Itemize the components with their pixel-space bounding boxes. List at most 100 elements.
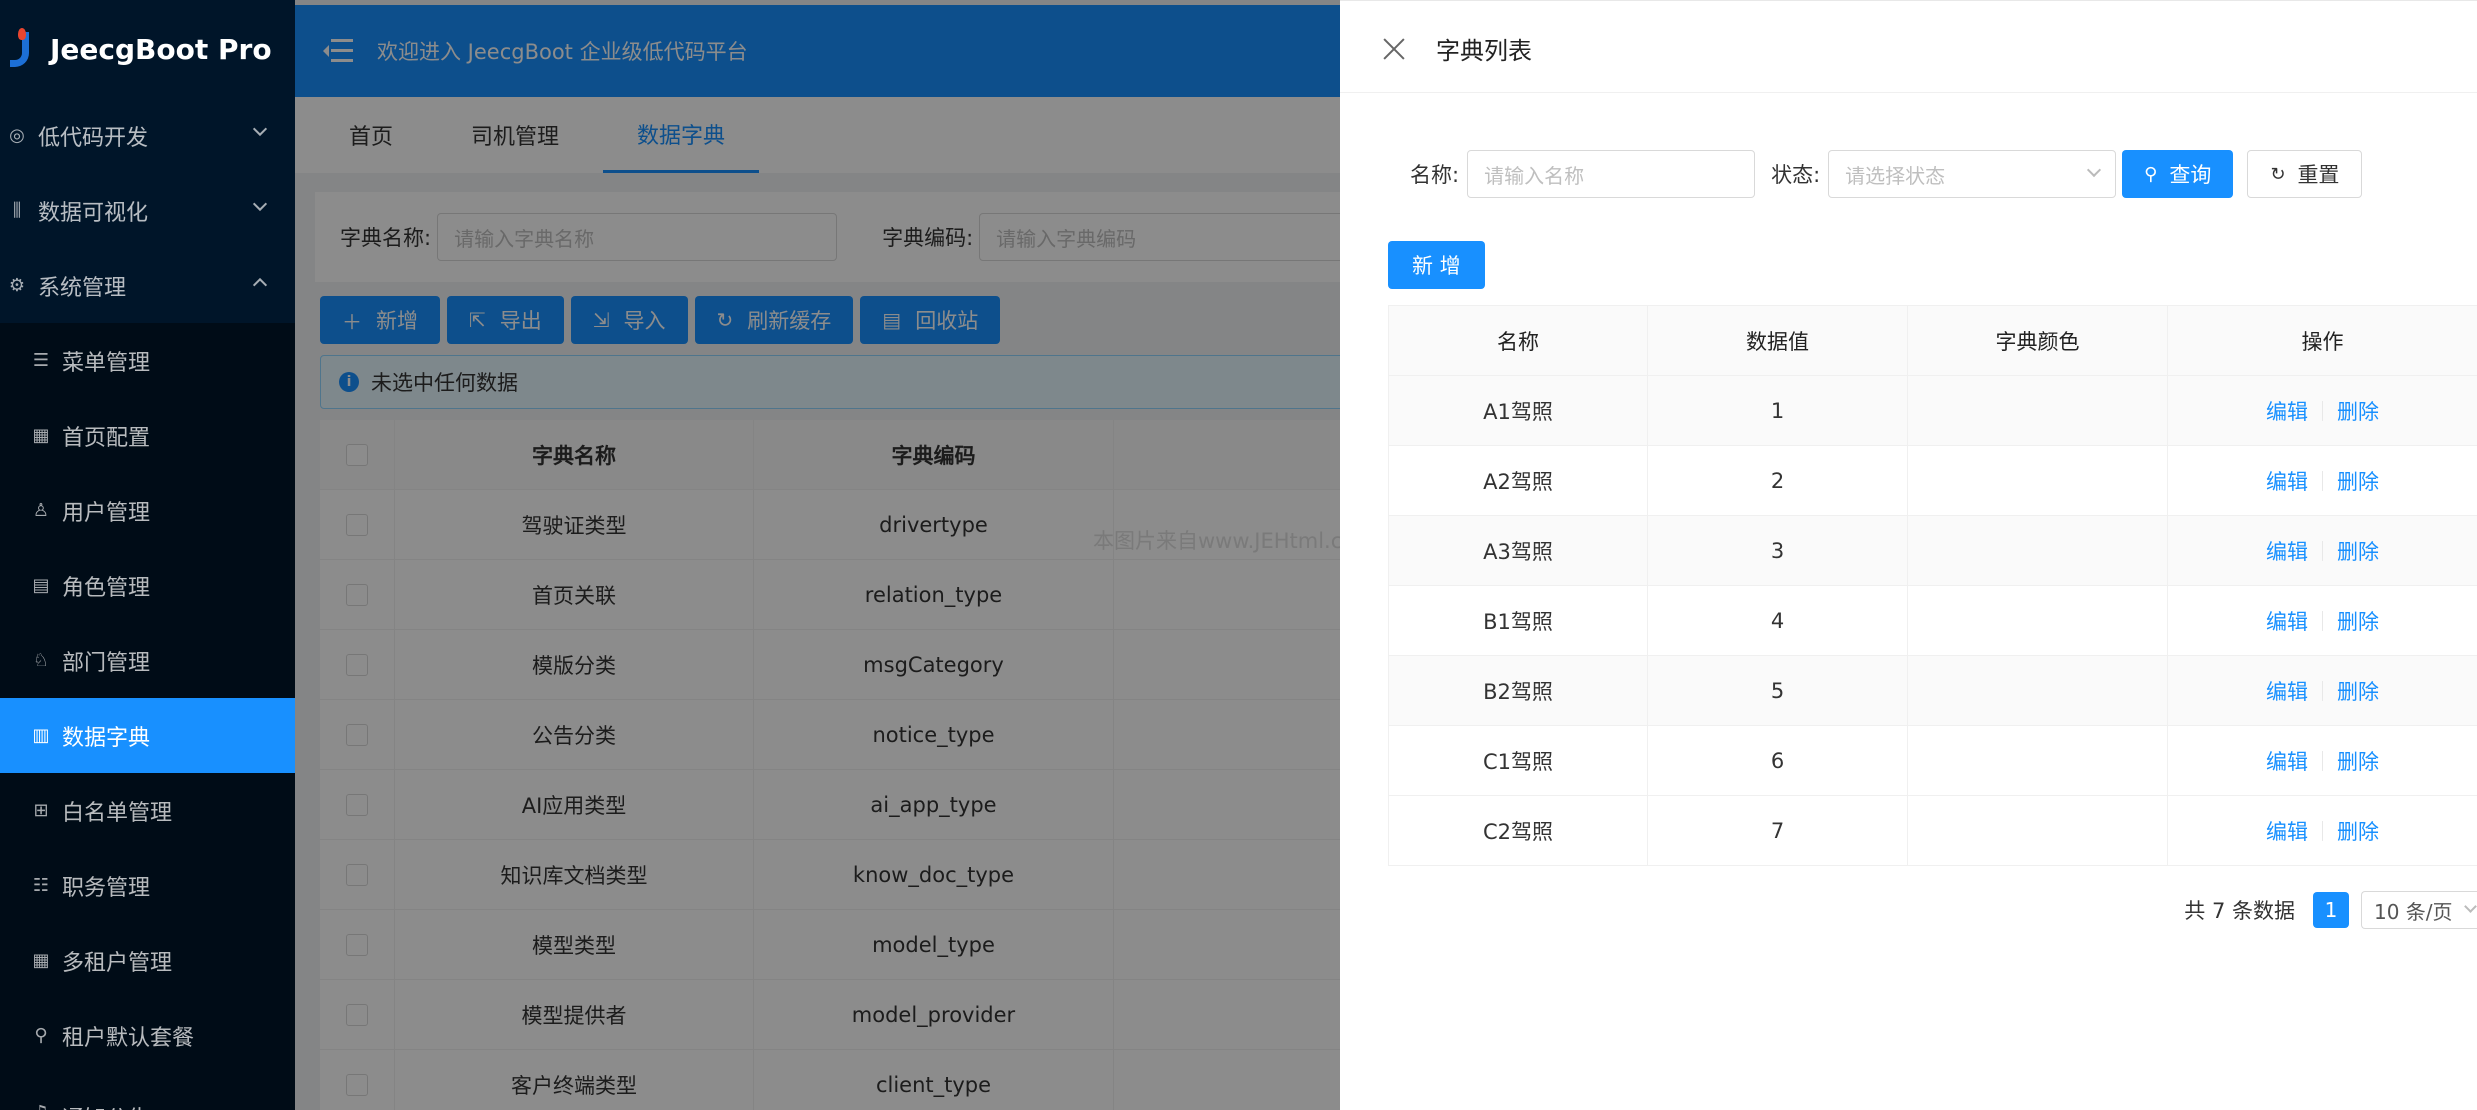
page-size-select[interactable]: 10 条/页 — [2361, 891, 2477, 929]
sidebar-item-label: 用户管理 — [62, 500, 151, 526]
cell-actions: 编辑 删除 — [2168, 656, 2477, 725]
grid-icon: ▦ — [32, 950, 50, 971]
cell-color — [1908, 656, 2168, 725]
column-header: 字典颜色 — [1908, 306, 2168, 375]
cell-actions: 编辑 删除 — [2168, 376, 2477, 445]
chevron-up-icon — [252, 277, 268, 293]
delete-link[interactable]: 删除 — [2337, 396, 2379, 426]
divider — [2322, 680, 2323, 701]
logo-text: JeecgBoot Pro — [50, 32, 272, 66]
add-item-button[interactable]: 新 增 — [1388, 241, 1485, 289]
sidebar-group-label: 数据可视化 — [38, 200, 149, 226]
status-placeholder: 请选择状态 — [1845, 163, 1946, 188]
column-header: 名称 — [1388, 306, 1648, 375]
column-header: 数据值 — [1648, 306, 1908, 375]
delete-link[interactable]: 删除 — [2337, 536, 2379, 566]
edit-link[interactable]: 编辑 — [2266, 676, 2308, 706]
divider — [2322, 470, 2323, 491]
sidebar-item-notices[interactable]: ♫ 通知公告 — [0, 1073, 295, 1110]
edit-link[interactable]: 编辑 — [2266, 466, 2308, 496]
sidebar-group-lowcode[interactable]: ◎ 低代码开发 — [0, 98, 295, 173]
delete-link[interactable]: 删除 — [2337, 816, 2379, 846]
user-icon: ♙ — [32, 500, 50, 521]
sidebar-group-label: 低代码开发 — [38, 125, 149, 151]
cell-color — [1908, 516, 2168, 585]
cell-actions: 编辑 删除 — [2168, 726, 2477, 795]
column-header: 操作 — [2301, 329, 2344, 354]
sidebar-item-dictionary[interactable]: ▥ 数据字典 — [0, 698, 295, 773]
reset-button[interactable]: ↻ 重置 — [2247, 150, 2363, 198]
edit-link[interactable]: 编辑 — [2266, 536, 2308, 566]
sidebar-group-visualization[interactable]: ⫼ 数据可视化 — [0, 173, 295, 248]
table-row: B2驾照 5 编辑 删除 — [1388, 656, 2477, 726]
sidebar-item-whitelist[interactable]: ⊞ 白名单管理 — [0, 773, 295, 848]
name-input[interactable]: 请输入名称 — [1467, 150, 1756, 198]
sidebar-item-tenants[interactable]: ▦ 多租户管理 — [0, 923, 295, 998]
sidebar-item-home-config[interactable]: ▦ 首页配置 — [0, 398, 295, 473]
sidebar-item-positions[interactable]: ☷ 职务管理 — [0, 848, 295, 923]
sidebar-item-roles[interactable]: ▤ 角色管理 — [0, 548, 295, 623]
chevron-down-icon — [252, 196, 268, 212]
cell-value: 4 — [1648, 586, 1908, 655]
delete-link[interactable]: 删除 — [2337, 606, 2379, 636]
dict-items-drawer: 字典列表 名称: 请输入名称 状态: 请选择状态 ⚲ 查询 ↻ 重置 新 增 名… — [1340, 5, 2477, 1110]
edit-link[interactable]: 编辑 — [2266, 746, 2308, 776]
query-button[interactable]: ⚲ 查询 — [2122, 150, 2234, 198]
sidebar-item-label: 职务管理 — [62, 875, 151, 901]
sidebar-item-label: 角色管理 — [62, 575, 151, 601]
cell-value: 7 — [1648, 796, 1908, 865]
sidebar-item-menu[interactable]: ☰ 菜单管理 — [0, 323, 295, 398]
sidebar-item-departments[interactable]: ♘ 部门管理 — [0, 623, 295, 698]
query-label: 查询 — [2169, 163, 2212, 187]
menu-icon: ☰ — [32, 350, 50, 371]
cell-actions: 编辑 删除 — [2168, 516, 2477, 585]
delete-link[interactable]: 删除 — [2337, 466, 2379, 496]
cell-actions: 编辑 删除 — [2168, 796, 2477, 865]
sidebar-item-tenant-package[interactable]: ⚲ 租户默认套餐 — [0, 998, 295, 1073]
table-row: C1驾照 6 编辑 删除 — [1388, 726, 2477, 796]
cell-color — [1908, 796, 2168, 865]
cell-name: C1驾照 — [1388, 726, 1648, 795]
close-icon[interactable] — [1382, 37, 1406, 61]
delete-link[interactable]: 删除 — [2337, 676, 2379, 706]
table-row: A1驾照 1 编辑 删除 — [1388, 376, 2477, 446]
cell-name: A1驾照 — [1388, 376, 1648, 445]
cell-name: A2驾照 — [1388, 446, 1648, 515]
drawer-query-form: 名称: 请输入名称 状态: 请选择状态 ⚲ 查询 ↻ 重置 — [1410, 150, 2363, 198]
cell-name: C2驾照 — [1388, 796, 1648, 865]
page-size-value: 10 条/页 — [2374, 899, 2453, 924]
divider — [2322, 820, 2323, 841]
chart-icon: ⫼ — [12, 200, 22, 221]
database-icon: ☷ — [32, 875, 50, 896]
sidebar-item-users[interactable]: ♙ 用户管理 — [0, 473, 295, 548]
cell-color — [1908, 376, 2168, 445]
bell-icon: ♫ — [30, 1101, 52, 1110]
cell-actions: 编辑 删除 — [2168, 586, 2477, 655]
table-row: C2驾照 7 编辑 删除 — [1388, 796, 2477, 866]
table-row: A2驾照 2 编辑 删除 — [1388, 446, 2477, 516]
table-icon: ⊞ — [33, 800, 49, 821]
team-icon: ♘ — [32, 650, 50, 671]
divider — [2322, 610, 2323, 631]
role-icon: ▤ — [32, 575, 50, 596]
cell-name: A3驾照 — [1388, 516, 1648, 585]
logo[interactable]: JeecgBoot Pro — [0, 0, 295, 98]
system-submenu: ☰ 菜单管理 ▦ 首页配置 ♙ 用户管理 ▤ 角色管理 ♘ 部门管理 ▥ 数据字… — [0, 323, 295, 1110]
reset-label: 重置 — [2297, 163, 2340, 187]
chevron-down-icon — [2464, 900, 2477, 913]
page-1-button[interactable]: 1 — [2313, 892, 2349, 928]
sidebar-item-label: 首页配置 — [62, 425, 151, 451]
sidebar: JeecgBoot Pro ◎ 低代码开发 ⫼ 数据可视化 ⚙ 系统管理 ☰ 菜… — [0, 0, 295, 1110]
cell-name: B2驾照 — [1388, 656, 1648, 725]
cell-color — [1908, 446, 2168, 515]
table-header: 名称 数据值 字典颜色 操作 — [1388, 306, 2477, 376]
status-select[interactable]: 请选择状态 — [1828, 150, 2117, 198]
cell-name: B1驾照 — [1388, 586, 1648, 655]
divider — [2322, 750, 2323, 771]
delete-link[interactable]: 删除 — [2337, 746, 2379, 776]
edit-link[interactable]: 编辑 — [2266, 396, 2308, 426]
edit-link[interactable]: 编辑 — [2266, 606, 2308, 636]
dict-items-table: 名称 数据值 字典颜色 操作 A1驾照 1 编辑 删除 A2驾照 2 编辑 删除 A… — [1388, 305, 2477, 866]
edit-link[interactable]: 编辑 — [2266, 816, 2308, 846]
sidebar-group-system[interactable]: ⚙ 系统管理 — [0, 248, 295, 323]
